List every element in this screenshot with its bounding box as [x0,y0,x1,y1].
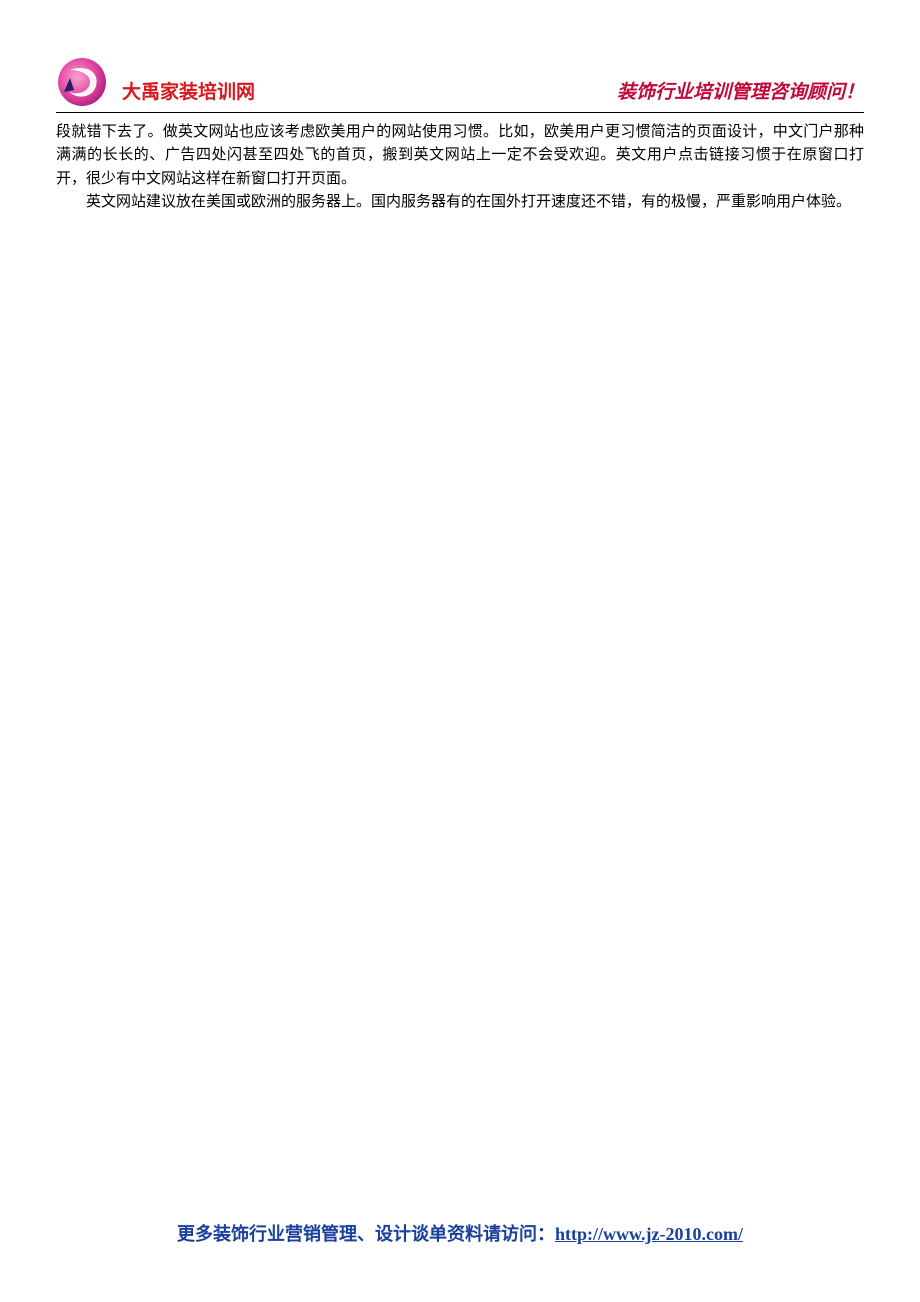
document-page: 大禹家装培训网 装饰行业培训管理咨询顾问！ 段就错下去了。做英文网站也应该考虑欧… [0,0,920,214]
paragraph-1: 段就错下去了。做英文网站也应该考虑欧美用户的网站使用习惯。比如，欧美用户更习惯简… [56,121,864,191]
footer-prefix: 更多装饰行业营销管理、设计谈单资料请访问： [177,1224,555,1244]
page-footer: 更多装饰行业营销管理、设计谈单资料请访问：http://www.jz-2010.… [0,1220,920,1246]
page-header: 大禹家装培训网 装饰行业培训管理咨询顾问！ [56,56,864,113]
body-content: 段就错下去了。做英文网站也应该考虑欧美用户的网站使用习惯。比如，欧美用户更习惯简… [56,121,864,214]
site-title: 大禹家装培训网 [122,77,255,108]
footer-link[interactable]: http://www.jz-2010.com/ [555,1224,743,1244]
paragraph-2: 英文网站建议放在美国或欧洲的服务器上。国内服务器有的在国外打开速度还不错，有的极… [56,191,864,214]
logo-icon [56,56,108,108]
tagline: 装饰行业培训管理咨询顾问！ [617,77,864,108]
header-left-group: 大禹家装培训网 [56,56,255,108]
